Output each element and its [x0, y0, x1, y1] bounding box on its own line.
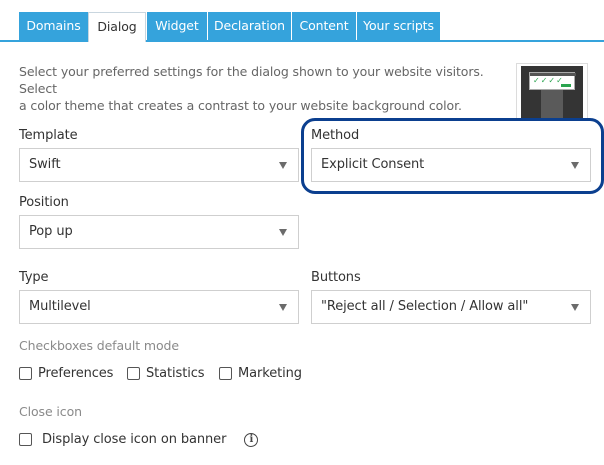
- template-label: Template: [19, 128, 78, 143]
- tab-domains[interactable]: Domains: [19, 12, 88, 40]
- buttons-label: Buttons: [311, 270, 361, 285]
- preferences-checkbox-label: Preferences: [38, 366, 114, 381]
- chevron-down-icon: [279, 162, 287, 169]
- tab-your-scripts[interactable]: Your scripts: [357, 12, 440, 40]
- statistics-checkbox[interactable]: Statistics: [127, 366, 205, 381]
- preview-screen: ✓✓✓✓: [521, 66, 583, 118]
- position-select-value: Pop up: [29, 224, 73, 239]
- buttons-select-value: "Reject all / Selection / Allow all": [321, 299, 529, 314]
- checkboxes-mode-label: Checkboxes default mode: [19, 338, 179, 353]
- method-highlight-outline: [301, 118, 604, 194]
- statistics-checkbox-label: Statistics: [146, 366, 205, 381]
- marketing-checkbox[interactable]: Marketing: [219, 366, 302, 381]
- position-select[interactable]: Pop up: [19, 215, 299, 249]
- display-close-icon-label: Display close icon on banner: [42, 432, 227, 447]
- preview-stand: [541, 90, 563, 118]
- tab-widget[interactable]: Widget: [147, 12, 207, 40]
- template-select-value: Swift: [29, 157, 61, 172]
- tab-bar: Domains Dialog Widget Declaration Conten…: [0, 12, 604, 42]
- preview-button: [561, 84, 571, 87]
- tab-content[interactable]: Content: [292, 12, 356, 40]
- preview-banner: ✓✓✓✓: [529, 72, 576, 90]
- intro-line-1: Select your preferred settings for the d…: [19, 64, 484, 96]
- tab-declaration[interactable]: Declaration: [208, 12, 291, 40]
- checkbox-box[interactable]: [19, 433, 32, 446]
- chevron-down-icon: [279, 304, 287, 311]
- info-icon[interactable]: i: [244, 432, 259, 447]
- display-close-icon-checkbox[interactable]: Display close icon on banner i: [19, 432, 259, 447]
- preferences-checkbox[interactable]: Preferences: [19, 366, 113, 381]
- chevron-down-icon: [279, 229, 287, 236]
- tab-dialog[interactable]: Dialog: [88, 12, 146, 42]
- type-label: Type: [19, 270, 49, 285]
- checkbox-box[interactable]: [127, 367, 140, 380]
- template-select[interactable]: Swift: [19, 148, 299, 182]
- close-icon-section-label: Close icon: [19, 404, 82, 419]
- type-select[interactable]: Multilevel: [19, 290, 299, 324]
- chevron-down-icon: [571, 304, 579, 311]
- marketing-checkbox-label: Marketing: [238, 366, 302, 381]
- preview-checkmarks-icon: ✓✓✓✓: [533, 76, 564, 85]
- type-select-value: Multilevel: [29, 299, 91, 314]
- intro-line-2: a color theme that creates a contrast to…: [19, 98, 462, 113]
- dialog-intro-text: Select your preferred settings for the d…: [19, 63, 489, 114]
- checkbox-box[interactable]: [219, 367, 232, 380]
- checkbox-box[interactable]: [19, 367, 32, 380]
- dialog-preview-thumbnail: ✓✓✓✓: [516, 63, 588, 119]
- position-label: Position: [19, 195, 69, 210]
- buttons-select[interactable]: "Reject all / Selection / Allow all": [311, 290, 591, 324]
